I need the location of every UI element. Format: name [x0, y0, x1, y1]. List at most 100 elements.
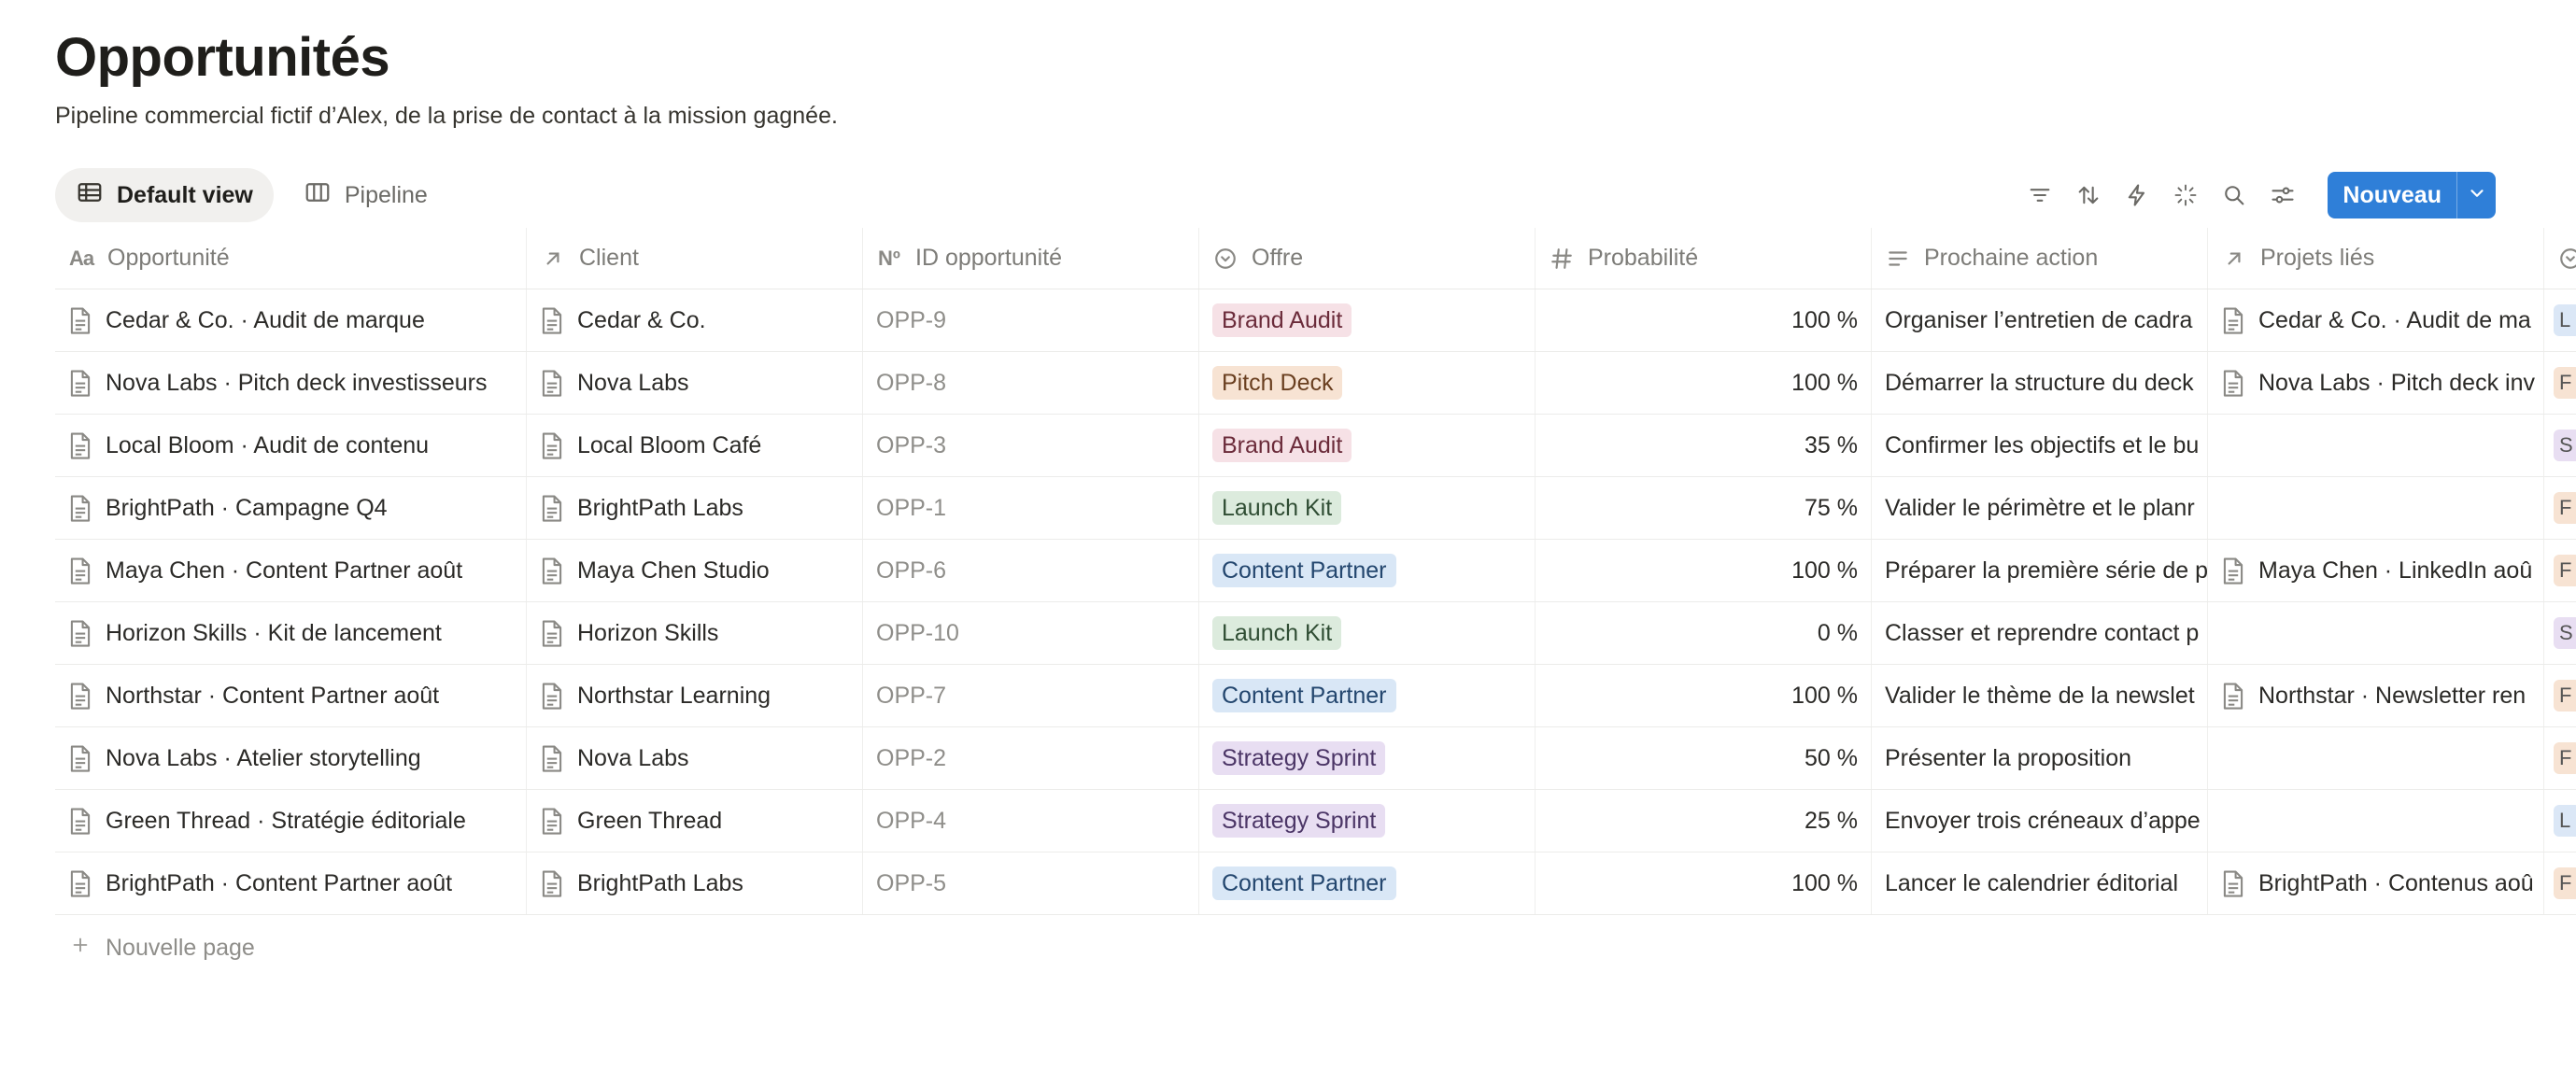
- cell-next-action[interactable]: Présenter la proposition: [1872, 727, 2208, 789]
- cell-offer[interactable]: Brand Audit: [1199, 415, 1536, 476]
- cell-id[interactable]: OPP-4: [863, 790, 1199, 852]
- column-header[interactable]: Aa Opportunité: [55, 228, 527, 289]
- column-header[interactable]: Projets liés: [2208, 228, 2544, 289]
- new-button[interactable]: Nouveau: [2328, 172, 2456, 218]
- table-row[interactable]: Horizon Skills · Kit de lancement Horizon…: [55, 602, 2576, 665]
- search-icon[interactable]: [2219, 180, 2249, 210]
- cell-offer[interactable]: Launch Kit: [1199, 602, 1536, 664]
- cell-linked-projects[interactable]: Cedar & Co. · Audit de ma: [2208, 289, 2544, 351]
- table-row[interactable]: Nova Labs · Atelier storytelling Nova Lab…: [55, 727, 2576, 790]
- cell-status[interactable]: S: [2544, 415, 2576, 476]
- cell-probability[interactable]: 75 %: [1536, 477, 1872, 539]
- cell-status[interactable]: F: [2544, 727, 2576, 789]
- cell-linked-projects[interactable]: BrightPath · Contenus aoû: [2208, 852, 2544, 914]
- cell-id[interactable]: OPP-6: [863, 540, 1199, 601]
- cell-status[interactable]: F: [2544, 477, 2576, 539]
- cell-opportunity[interactable]: Green Thread · Stratégie éditoriale: [55, 790, 527, 852]
- cell-client[interactable]: Horizon Skills: [527, 602, 863, 664]
- cell-client[interactable]: Nova Labs: [527, 352, 863, 414]
- cell-client[interactable]: Cedar & Co.: [527, 289, 863, 351]
- cell-status[interactable]: S: [2544, 602, 2576, 664]
- cell-next-action[interactable]: Préparer la première série de p: [1872, 540, 2208, 601]
- table-row[interactable]: BrightPath · Campagne Q4 BrightPath Labs O…: [55, 477, 2576, 540]
- cell-client[interactable]: Local Bloom Café: [527, 415, 863, 476]
- cell-probability[interactable]: 100 %: [1536, 665, 1872, 726]
- cell-status[interactable]: L: [2544, 790, 2576, 852]
- cell-id[interactable]: OPP-5: [863, 852, 1199, 914]
- cell-id[interactable]: OPP-8: [863, 352, 1199, 414]
- cell-opportunity[interactable]: Northstar · Content Partner août: [55, 665, 527, 726]
- cell-opportunity[interactable]: Local Bloom · Audit de contenu: [55, 415, 527, 476]
- cell-id[interactable]: OPP-9: [863, 289, 1199, 351]
- cell-linked-projects[interactable]: Maya Chen · LinkedIn aoû: [2208, 540, 2544, 601]
- cell-opportunity[interactable]: Maya Chen · Content Partner août: [55, 540, 527, 601]
- cell-opportunity[interactable]: Nova Labs · Pitch deck investisseurs: [55, 352, 527, 414]
- cell-offer[interactable]: Launch Kit: [1199, 477, 1536, 539]
- settings-icon[interactable]: [2268, 180, 2298, 210]
- cell-linked-projects[interactable]: [2208, 415, 2544, 476]
- cell-offer[interactable]: Content Partner: [1199, 665, 1536, 726]
- cell-next-action[interactable]: Organiser l’entretien de cadra: [1872, 289, 2208, 351]
- cell-client[interactable]: Green Thread: [527, 790, 863, 852]
- column-header[interactable]: Prochaine action: [1872, 228, 2208, 289]
- cell-linked-projects[interactable]: [2208, 602, 2544, 664]
- cell-id[interactable]: OPP-1: [863, 477, 1199, 539]
- cell-status[interactable]: L: [2544, 289, 2576, 351]
- cell-probability[interactable]: 100 %: [1536, 289, 1872, 351]
- cell-id[interactable]: OPP-3: [863, 415, 1199, 476]
- cell-offer[interactable]: Content Partner: [1199, 540, 1536, 601]
- cell-status[interactable]: F: [2544, 852, 2576, 914]
- cell-linked-projects[interactable]: [2208, 477, 2544, 539]
- cell-linked-projects[interactable]: [2208, 727, 2544, 789]
- cell-status[interactable]: F: [2544, 352, 2576, 414]
- new-options-button[interactable]: [2456, 172, 2496, 218]
- cell-offer[interactable]: Strategy Sprint: [1199, 727, 1536, 789]
- cell-client[interactable]: BrightPath Labs: [527, 852, 863, 914]
- cell-id[interactable]: OPP-7: [863, 665, 1199, 726]
- cell-probability[interactable]: 0 %: [1536, 602, 1872, 664]
- cell-offer[interactable]: Pitch Deck: [1199, 352, 1536, 414]
- cell-next-action[interactable]: Valider le thème de la newslet: [1872, 665, 2208, 726]
- cell-opportunity[interactable]: BrightPath · Content Partner août: [55, 852, 527, 914]
- table-row[interactable]: Maya Chen · Content Partner août Maya Che…: [55, 540, 2576, 602]
- cell-status[interactable]: F: [2544, 540, 2576, 601]
- cell-client[interactable]: BrightPath Labs: [527, 477, 863, 539]
- table-row[interactable]: Nova Labs · Pitch deck investisseurs Nova…: [55, 352, 2576, 415]
- ai-sparkle-icon[interactable]: [2171, 180, 2201, 210]
- cell-probability[interactable]: 100 %: [1536, 540, 1872, 601]
- table-row[interactable]: Northstar · Content Partner août Northsta…: [55, 665, 2576, 727]
- cell-client[interactable]: Nova Labs: [527, 727, 863, 789]
- cell-next-action[interactable]: Valider le périmètre et le planr: [1872, 477, 2208, 539]
- cell-offer[interactable]: Content Partner: [1199, 852, 1536, 914]
- table-row[interactable]: Cedar & Co. · Audit de marque Cedar & Co.…: [55, 289, 2576, 352]
- column-header[interactable]: Client: [527, 228, 863, 289]
- cell-next-action[interactable]: Envoyer trois créneaux d’appe: [1872, 790, 2208, 852]
- table-row[interactable]: Green Thread · Stratégie éditoriale Green…: [55, 790, 2576, 852]
- cell-linked-projects[interactable]: Northstar · Newsletter ren: [2208, 665, 2544, 726]
- cell-next-action[interactable]: Démarrer la structure du deck: [1872, 352, 2208, 414]
- automation-icon[interactable]: [2122, 180, 2152, 210]
- cell-linked-projects[interactable]: Nova Labs · Pitch deck inv: [2208, 352, 2544, 414]
- cell-probability[interactable]: 25 %: [1536, 790, 1872, 852]
- cell-status[interactable]: F: [2544, 665, 2576, 726]
- column-header[interactable]: [2544, 228, 2576, 289]
- cell-opportunity[interactable]: BrightPath · Campagne Q4: [55, 477, 527, 539]
- column-header[interactable]: Nº ID opportunité: [863, 228, 1199, 289]
- new-page-row[interactable]: Nouvelle page: [55, 915, 2576, 980]
- tab-default-view[interactable]: Default view: [55, 168, 274, 222]
- column-header[interactable]: Probabilité: [1536, 228, 1872, 289]
- cell-probability[interactable]: 100 %: [1536, 852, 1872, 914]
- cell-id[interactable]: OPP-10: [863, 602, 1199, 664]
- cell-client[interactable]: Maya Chen Studio: [527, 540, 863, 601]
- cell-probability[interactable]: 100 %: [1536, 352, 1872, 414]
- cell-next-action[interactable]: Lancer le calendrier éditorial: [1872, 852, 2208, 914]
- table-row[interactable]: BrightPath · Content Partner août BrightP…: [55, 852, 2576, 915]
- cell-probability[interactable]: 35 %: [1536, 415, 1872, 476]
- cell-next-action[interactable]: Classer et reprendre contact p: [1872, 602, 2208, 664]
- tab-pipeline[interactable]: Pipeline: [283, 168, 448, 222]
- cell-client[interactable]: Northstar Learning: [527, 665, 863, 726]
- cell-id[interactable]: OPP-2: [863, 727, 1199, 789]
- column-header[interactable]: Offre: [1199, 228, 1536, 289]
- cell-opportunity[interactable]: Nova Labs · Atelier storytelling: [55, 727, 527, 789]
- cell-linked-projects[interactable]: [2208, 790, 2544, 852]
